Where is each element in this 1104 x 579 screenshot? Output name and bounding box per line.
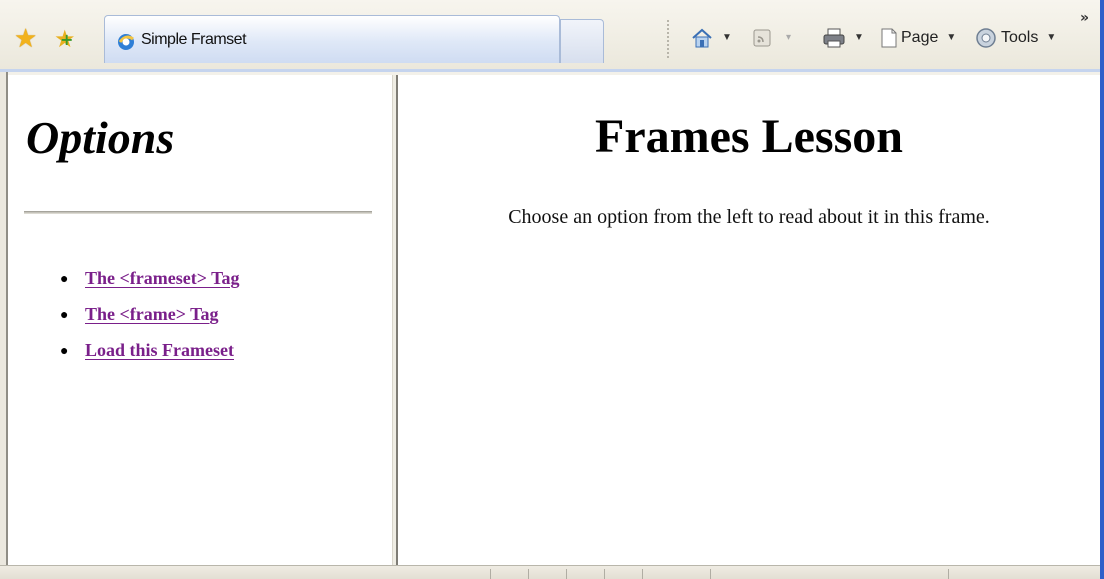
- page-menu-label: Page: [901, 29, 939, 46]
- tab-title: Simple Framset: [141, 31, 247, 48]
- home-icon: [692, 28, 712, 48]
- content-frame: Frames Lesson Choose an option from the …: [398, 75, 1100, 565]
- browser-window: ★ ★ + Simple Framset ▼ ▾ ▼ Page ▼ Tools …: [0, 0, 1104, 579]
- home-button[interactable]: ▼: [690, 26, 732, 50]
- frameset-tag-link[interactable]: The <frameset> Tag: [85, 268, 240, 289]
- status-divider: [528, 569, 529, 579]
- instruction-text: Choose an option from the left to read a…: [508, 206, 990, 228]
- load-frameset-link[interactable]: Load this Frameset: [85, 340, 234, 361]
- bullet: ●: [60, 344, 69, 359]
- print-icon: [823, 28, 845, 48]
- page-icon: [881, 28, 897, 48]
- ie-page-icon: [118, 34, 134, 50]
- feeds-button[interactable]: ▾: [752, 26, 791, 50]
- window-left-edge: [0, 72, 8, 567]
- options-divider: [24, 211, 372, 214]
- options-frame: Options ● The <frameset> Tag ● The <fram…: [8, 75, 392, 565]
- print-button[interactable]: ▼: [822, 26, 864, 50]
- status-divider: [566, 569, 567, 579]
- tools-menu-label: Tools: [1001, 29, 1039, 46]
- options-heading: Options: [26, 112, 175, 163]
- browser-toolbar: ★ ★ + Simple Framset ▼ ▾ ▼ Page ▼ Tools …: [0, 0, 1100, 72]
- status-divider: [642, 569, 643, 579]
- toolbar-overflow-chevron[interactable]: »: [1080, 10, 1089, 26]
- tools-gear-icon: [976, 28, 996, 48]
- toolbar-separator: [667, 20, 669, 58]
- feeds-icon: [753, 29, 771, 47]
- status-divider: [490, 569, 491, 579]
- status-divider: [948, 569, 949, 579]
- status-divider: [710, 569, 711, 579]
- new-tab-button[interactable]: [560, 19, 604, 63]
- page-title: Frames Lesson: [595, 110, 903, 163]
- frame-tag-link[interactable]: The <frame> Tag: [85, 304, 219, 325]
- bullet: ●: [60, 308, 69, 323]
- tools-menu-button[interactable]: Tools ▼: [975, 26, 1056, 50]
- bullet: ●: [60, 272, 69, 287]
- browser-tab[interactable]: Simple Framset: [104, 15, 560, 63]
- favorites-star-icon[interactable]: ★: [14, 26, 40, 52]
- add-favorites-icon[interactable]: ★ +: [54, 26, 80, 52]
- page-menu-button[interactable]: Page ▼: [880, 26, 956, 50]
- status-divider: [604, 569, 605, 579]
- status-bar: [0, 565, 1100, 579]
